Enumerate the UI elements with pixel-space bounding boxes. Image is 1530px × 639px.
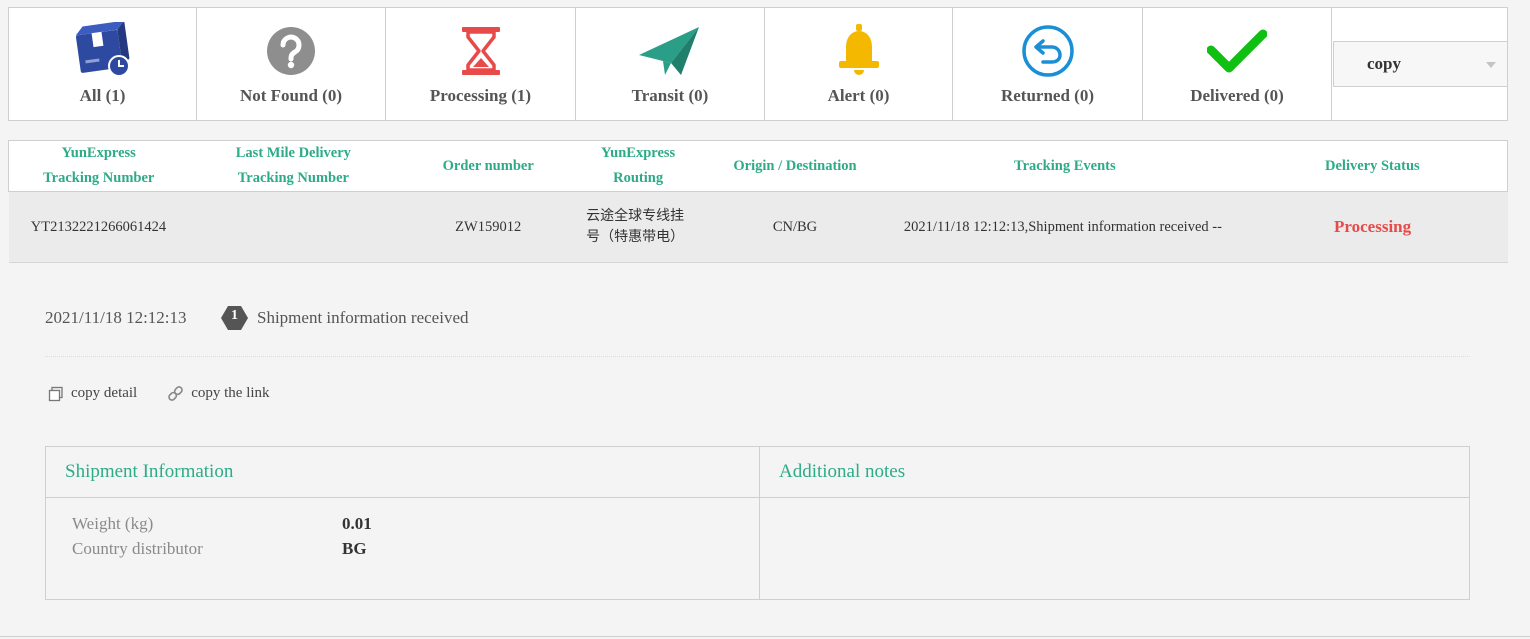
header-line: Tracking Number — [43, 170, 155, 186]
check-icon — [1202, 22, 1272, 80]
event-description: Shipment information received — [257, 308, 469, 327]
additional-notes-title: Additional notes — [760, 447, 1469, 498]
header-line: Tracking Number — [237, 170, 349, 186]
bottom-divider — [0, 636, 1530, 637]
copy-dropdown[interactable]: copy — [1333, 41, 1508, 87]
tracking-event-item: 2021/11/18 12:12:13 1 Shipment informati… — [45, 306, 469, 330]
status-tab-returned[interactable]: Returned (0) — [953, 8, 1143, 120]
return-icon — [1013, 22, 1083, 80]
question-icon — [256, 22, 326, 80]
step-number: 1 — [231, 308, 238, 323]
status-tab-processing[interactable]: Processing (1) — [386, 8, 576, 120]
col-header-order-number: Order number — [398, 140, 579, 192]
status-tab-label: Returned (0) — [1000, 86, 1094, 105]
status-tab-label: Not Found (0) — [239, 86, 342, 105]
shipment-info-panel: Shipment Information Weight (kg) 0.01 Co… — [45, 446, 1470, 600]
status-tab-alert[interactable]: Alert (0) — [765, 8, 953, 120]
link-icon — [168, 386, 184, 401]
copy-detail-link[interactable]: copy detail — [48, 385, 137, 402]
cell-origin-destination: CN/BG — [698, 191, 892, 263]
table-row[interactable]: YT2132221266061424 ZW159012 云途全球专线挂 号（特惠… — [8, 191, 1508, 263]
status-tab-transit[interactable]: Transit (0) — [576, 8, 765, 120]
package-icon — [68, 22, 138, 80]
tracking-table: YunExpress Tracking Number Last Mile Del… — [8, 140, 1508, 263]
col-header-tracking-events: Tracking Events — [891, 140, 1238, 192]
info-row-weight: Weight (kg) 0.01 — [72, 511, 759, 536]
cell-last-mile — [188, 191, 399, 263]
copy-icon — [48, 386, 63, 401]
col-header-routing: YunExpress Routing — [578, 140, 699, 192]
status-filter-bar: All (1) Not Found (0) Processing (1) Tra… — [8, 7, 1508, 121]
routing-line: 云途全球专线挂 — [586, 208, 685, 224]
copy-dropdown-value: copy — [1367, 54, 1401, 73]
copy-actions: copy detail copy the link — [48, 385, 300, 402]
header-line: Routing — [613, 170, 664, 186]
info-value: 0.01 — [342, 514, 372, 533]
cell-delivery-status: Processing — [1237, 191, 1508, 263]
col-header-origin-destination: Origin / Destination — [698, 140, 892, 192]
header-line: YunExpress — [601, 145, 676, 161]
info-key: Country distributor — [72, 539, 203, 558]
shipment-info-title: Shipment Information — [46, 447, 759, 498]
event-time: 2021/11/18 12:12:13 — [45, 308, 187, 327]
table-header-row: YunExpress Tracking Number Last Mile Del… — [8, 140, 1508, 192]
additional-notes-section: Additional notes — [760, 447, 1469, 599]
additional-notes-body — [760, 498, 1469, 511]
header-line: YunExpress — [61, 145, 136, 161]
divider — [45, 356, 1470, 357]
shipment-info-section: Shipment Information Weight (kg) 0.01 Co… — [46, 447, 760, 599]
cell-order-number: ZW159012 — [398, 191, 579, 263]
info-key: Weight (kg) — [72, 514, 154, 533]
cell-tracking-events: 2021/11/18 12:12:13,Shipment information… — [891, 191, 1238, 263]
step-badge: 1 — [221, 306, 248, 330]
header-line: Last Mile Delivery — [235, 145, 351, 161]
routing-line: 号（特惠带电） — [586, 229, 685, 245]
status-tab-label: Alert (0) — [827, 86, 890, 105]
status-tab-label: All (1) — [79, 86, 126, 105]
chevron-down-icon — [1486, 62, 1496, 68]
cell-tracking-number: YT2132221266061424 — [8, 191, 189, 263]
col-header-last-mile: Last Mile Delivery Tracking Number — [188, 140, 399, 192]
status-tab-label: Processing (1) — [429, 86, 532, 105]
status-tab-label: Delivered (0) — [1190, 86, 1284, 105]
info-row-country-distributor: Country distributor BG — [72, 536, 759, 561]
copy-the-link-link[interactable]: copy the link — [167, 385, 270, 402]
status-tab-all[interactable]: All (1) — [9, 8, 197, 120]
copy-detail-label: copy detail — [71, 385, 138, 401]
paper-plane-icon — [635, 22, 705, 80]
hourglass-icon — [446, 22, 516, 80]
copy-link-label: copy the link — [191, 385, 270, 401]
col-header-tracking-number: YunExpress Tracking Number — [8, 140, 189, 192]
status-tab-label: Transit (0) — [631, 86, 709, 105]
cell-routing: 云途全球专线挂 号（特惠带电） — [578, 191, 699, 263]
shipment-info-body: Weight (kg) 0.01 Country distributor BG — [46, 498, 759, 561]
bell-icon — [824, 22, 894, 80]
status-tab-not-found[interactable]: Not Found (0) — [197, 8, 386, 120]
col-header-delivery-status: Delivery Status — [1237, 140, 1508, 192]
copy-select-wrapper: copy — [1332, 8, 1508, 120]
status-tab-delivered[interactable]: Delivered (0) — [1143, 8, 1332, 120]
info-value: BG — [342, 539, 367, 558]
